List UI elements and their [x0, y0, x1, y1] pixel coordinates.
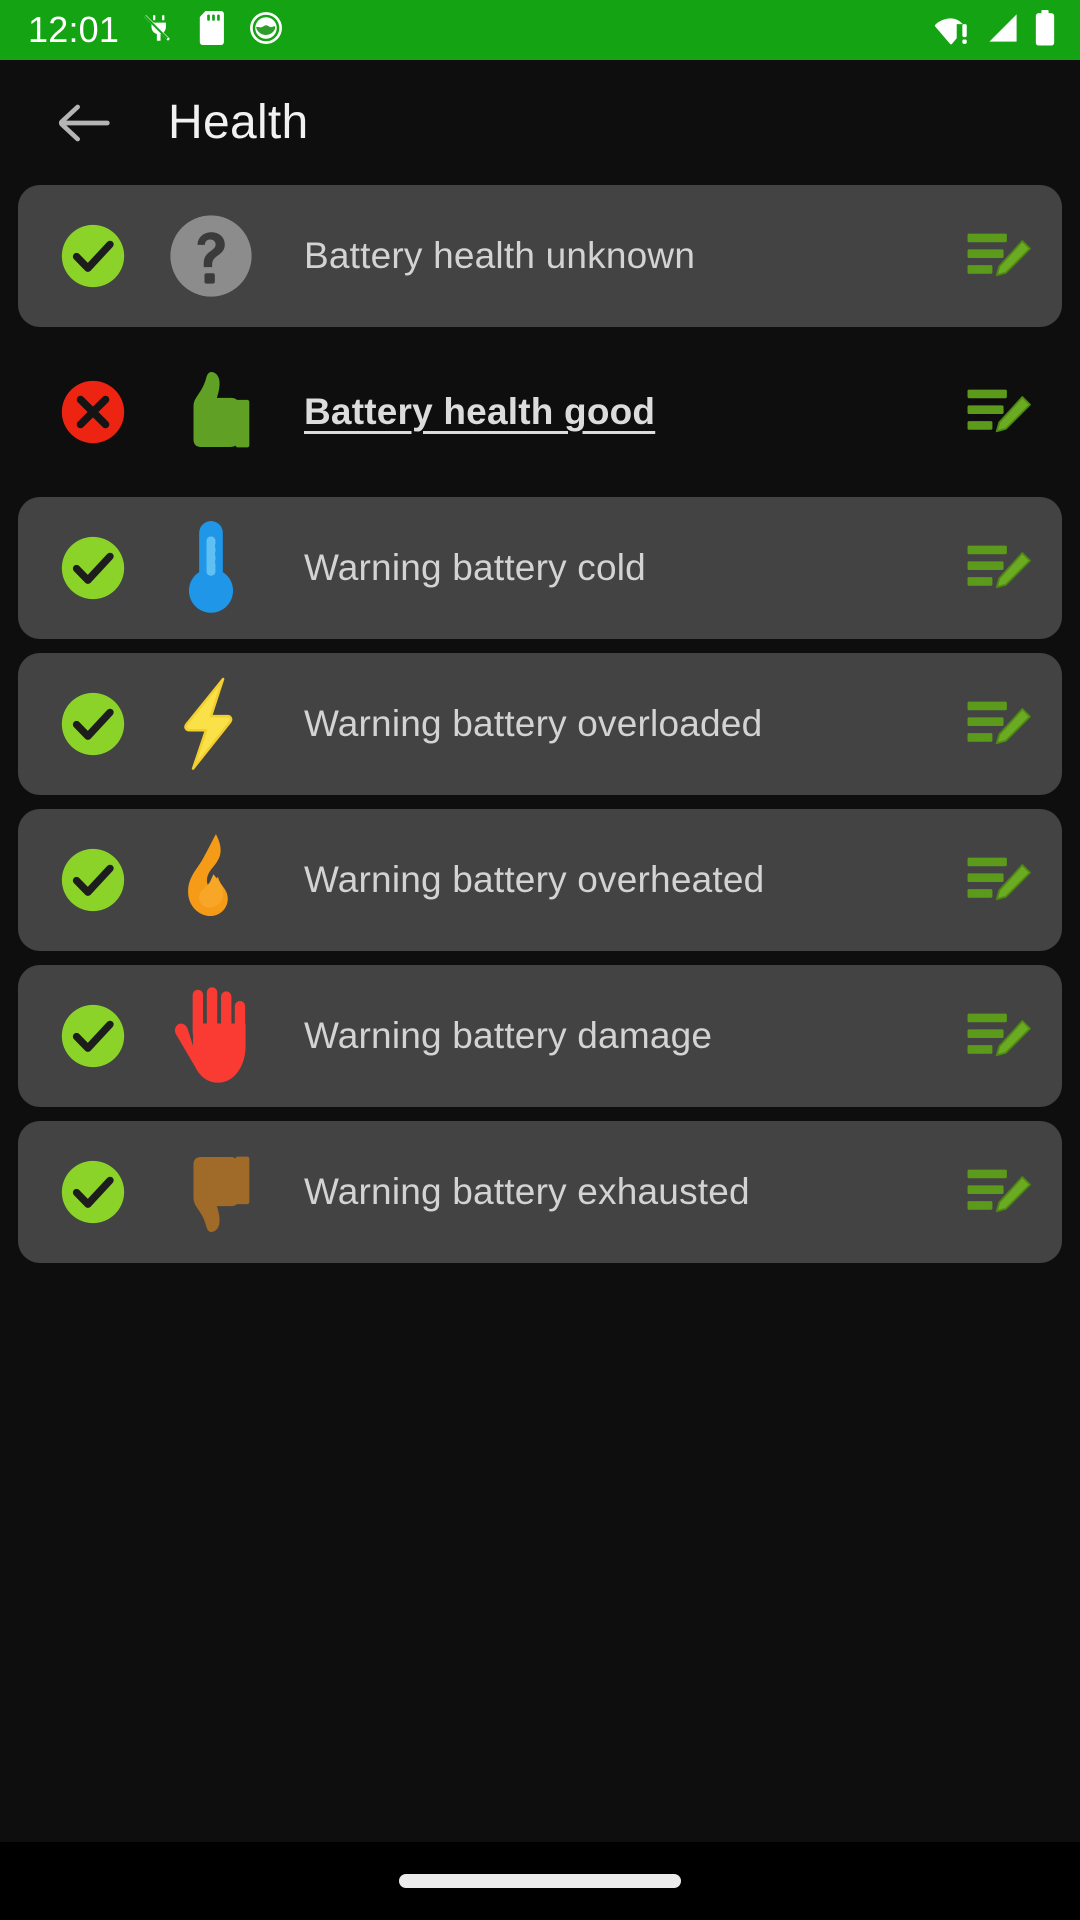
- system-navigation-bar: [0, 1842, 1080, 1920]
- status-bar-right: [934, 9, 1056, 51]
- list-item-label: Warning battery overloaded: [304, 703, 763, 744]
- thumbs-up-icon: [152, 362, 270, 462]
- check-circle-icon[interactable]: [56, 222, 130, 290]
- list-item-label: Warning battery overheated: [304, 859, 765, 900]
- health-settings-list: Battery health unknown Battery health go…: [0, 185, 1080, 1263]
- edit-icon[interactable]: [952, 1161, 1032, 1223]
- list-item-warning-battery-damage[interactable]: Warning battery damage: [18, 965, 1062, 1107]
- list-item-label: Warning battery damage: [304, 1015, 713, 1056]
- thermometer-icon: [152, 519, 270, 617]
- list-item-battery-health-unknown[interactable]: Battery health unknown: [18, 185, 1062, 327]
- status-bar: 12:01: [0, 0, 1080, 60]
- lightning-bolt-icon: [152, 674, 270, 774]
- list-item-label: Warning battery exhausted: [304, 1171, 750, 1212]
- app-notification-icon: [249, 11, 283, 50]
- back-button[interactable]: [46, 85, 122, 161]
- list-item-warning-battery-cold[interactable]: Warning battery cold: [18, 497, 1062, 639]
- check-circle-icon[interactable]: [56, 534, 130, 602]
- question-mark-icon: [152, 210, 270, 302]
- page-title: Health: [168, 96, 309, 149]
- sd-card-icon: [197, 10, 227, 50]
- charging-disabled-icon: [141, 11, 175, 50]
- flame-icon: [152, 830, 270, 930]
- app-bar: Health: [0, 60, 1080, 185]
- check-circle-icon[interactable]: [56, 1002, 130, 1070]
- raised-hand-icon: [152, 984, 270, 1088]
- back-arrow-icon: [58, 104, 110, 141]
- list-item-label: Battery health unknown: [304, 235, 696, 276]
- edit-icon[interactable]: [952, 537, 1032, 599]
- edit-icon[interactable]: [952, 849, 1032, 911]
- list-item-warning-battery-exhausted[interactable]: Warning battery exhausted: [18, 1121, 1062, 1263]
- battery-full-icon: [1034, 9, 1056, 51]
- thumbs-down-icon: [152, 1142, 270, 1242]
- edit-icon[interactable]: [952, 381, 1032, 443]
- check-circle-icon[interactable]: [56, 1158, 130, 1226]
- list-item-battery-health-good[interactable]: Battery health good: [18, 341, 1062, 483]
- list-item-warning-battery-overloaded[interactable]: Warning battery overloaded: [18, 653, 1062, 795]
- edit-icon[interactable]: [952, 1005, 1032, 1067]
- check-circle-icon[interactable]: [56, 846, 130, 914]
- wifi-no-internet-icon: [934, 11, 972, 50]
- list-item-label: Battery health good: [304, 391, 656, 432]
- home-gesture-pill[interactable]: [399, 1874, 681, 1888]
- edit-icon[interactable]: [952, 693, 1032, 755]
- check-circle-icon[interactable]: [56, 690, 130, 758]
- x-circle-icon[interactable]: [56, 378, 130, 446]
- cellular-signal-icon: [986, 11, 1020, 50]
- edit-icon[interactable]: [952, 225, 1032, 287]
- status-bar-left: 12:01: [28, 9, 283, 51]
- list-item-warning-battery-overheated[interactable]: Warning battery overheated: [18, 809, 1062, 951]
- status-bar-clock: 12:01: [28, 9, 120, 50]
- list-item-label: Warning battery cold: [304, 547, 646, 588]
